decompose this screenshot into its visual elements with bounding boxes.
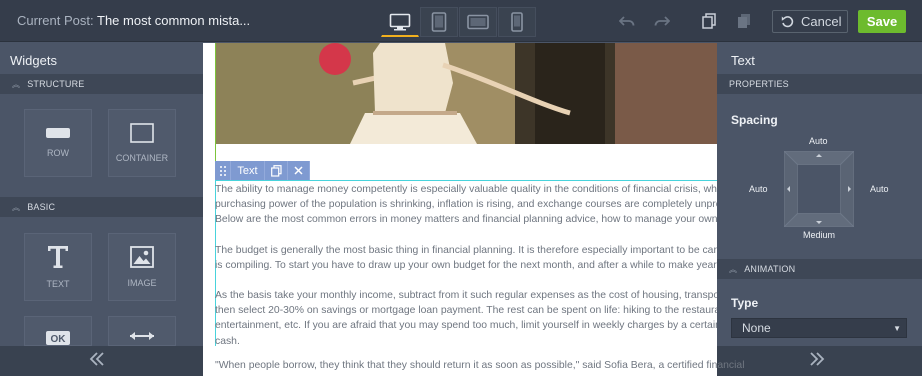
tablet-landscape-icon xyxy=(467,14,489,30)
device-tablet-button[interactable] xyxy=(420,7,458,37)
text-line: The ability to manage money competently … xyxy=(215,184,717,195)
widget-label: CONTAINER xyxy=(115,153,169,163)
undo-icon xyxy=(619,16,635,26)
canvas-continuation: "When people borrow, they think that the… xyxy=(203,346,745,376)
text-block[interactable]: The ability to manage money competently … xyxy=(215,182,717,346)
widget-label: IMAGE xyxy=(127,278,157,288)
properties-panel-title: Text xyxy=(731,53,755,68)
collapse-icon: ︽ xyxy=(12,202,21,212)
section-basic[interactable]: ︽ BASIC xyxy=(0,197,203,217)
text-line: entertainment, etc. If you are afraid th… xyxy=(215,320,717,332)
horizontal-arrows-icon xyxy=(130,332,154,340)
text-line: "When people borrow, they think that the… xyxy=(215,360,745,371)
spacing-bottom-value[interactable]: Medium xyxy=(803,230,835,240)
spacing-label: Spacing xyxy=(731,113,778,127)
double-chevron-left-icon xyxy=(89,352,104,366)
text-line: then select 20-30% on savings or mortgag… xyxy=(215,305,717,317)
text-line: Below are the most common errors in mone… xyxy=(215,214,717,226)
section-animation[interactable]: ︽ ANIMATION xyxy=(717,259,922,279)
section-label: PROPERTIES xyxy=(729,79,789,89)
text-line: is compiling. To start you have to draw … xyxy=(215,259,717,271)
duplicate-button[interactable] xyxy=(265,161,288,180)
widgets-panel: Widgets ︽ STRUCTURE ROW CONTAINER ︽ BASI… xyxy=(0,43,203,346)
copy-icon xyxy=(702,13,716,29)
cancel-label: Cancel xyxy=(801,14,842,29)
hero-image[interactable] xyxy=(215,43,717,144)
svg-text:OK: OK xyxy=(51,334,67,345)
widget-image[interactable]: IMAGE xyxy=(108,233,176,301)
duplicate-icon xyxy=(270,164,282,177)
spacing-right-handle xyxy=(839,149,855,229)
text-icon xyxy=(48,246,68,268)
widget-text[interactable]: TEXT xyxy=(24,233,92,301)
text-line: purchasing power of the population is sh… xyxy=(215,199,717,211)
widgets-title: Widgets xyxy=(10,53,57,68)
element-toolbar: Text xyxy=(215,161,310,180)
delete-button[interactable] xyxy=(288,161,310,180)
spacing-box xyxy=(782,149,856,229)
redo-icon xyxy=(654,16,670,26)
tablet-portrait-icon xyxy=(431,12,447,32)
spacing-right-value[interactable]: Auto xyxy=(870,184,889,194)
spacing-left-value[interactable]: Auto xyxy=(749,184,768,194)
section-structure[interactable]: ︽ STRUCTURE xyxy=(0,74,203,94)
text-line: As the basis take your monthly income, s… xyxy=(215,290,717,302)
redo-button[interactable] xyxy=(652,11,672,31)
device-desktop-button[interactable] xyxy=(381,7,419,37)
type-label: Type xyxy=(731,296,759,310)
section-label: BASIC xyxy=(27,202,56,212)
column-guide xyxy=(215,43,216,179)
device-tablet-landscape-button[interactable] xyxy=(459,7,497,37)
double-chevron-right-icon xyxy=(810,352,825,366)
post-title[interactable]: The most common mista... xyxy=(97,13,250,28)
current-post-label: Current Post: xyxy=(17,13,94,28)
image-icon xyxy=(130,246,154,268)
type-select-value: None xyxy=(742,321,771,335)
text-line: The budget is generally the most basic t… xyxy=(215,244,717,256)
section-label: ANIMATION xyxy=(744,264,796,274)
widget-spacer[interactable] xyxy=(108,316,176,346)
undo-button[interactable] xyxy=(617,11,637,31)
collapse-icon: ︽ xyxy=(12,79,21,89)
phone-icon xyxy=(511,12,523,32)
widget-button[interactable]: OK xyxy=(24,316,92,346)
copy-button[interactable] xyxy=(699,11,719,31)
widget-label: ROW xyxy=(47,148,69,158)
desktop-icon xyxy=(389,13,411,30)
element-type-label: Text xyxy=(231,161,265,180)
chevron-down-icon: ▼ xyxy=(893,324,901,333)
revert-icon xyxy=(781,16,794,28)
drag-handle[interactable] xyxy=(215,161,231,180)
widget-label: TEXT xyxy=(46,279,70,289)
section-label: STRUCTURE xyxy=(27,79,85,89)
save-button[interactable]: Save xyxy=(858,10,906,33)
row-icon xyxy=(46,128,70,138)
collapse-left-panel-button[interactable] xyxy=(88,350,106,373)
cancel-button[interactable]: Cancel xyxy=(772,10,848,33)
bottom-bar: "When people borrow, they think that the… xyxy=(0,346,922,376)
paste-button[interactable] xyxy=(734,11,754,31)
spacing-diagram xyxy=(782,149,856,229)
text-line: cash. xyxy=(215,335,240,346)
collapse-right-panel-button[interactable] xyxy=(808,350,826,373)
ok-button-icon: OK xyxy=(46,331,70,345)
container-icon xyxy=(130,123,154,143)
properties-panel: Text PROPERTIES Spacing Auto Auto Auto M… xyxy=(717,43,922,346)
widget-row[interactable]: ROW xyxy=(24,109,92,177)
device-phone-button[interactable] xyxy=(498,7,536,37)
spacing-top-value[interactable]: Auto xyxy=(809,136,828,146)
editor-canvas[interactable]: Text The ability to manage money compete… xyxy=(203,43,717,346)
hero-photo-illustration xyxy=(215,43,717,144)
animation-type-select[interactable]: None ▼ xyxy=(731,318,907,338)
paste-icon xyxy=(738,14,750,28)
drag-icon xyxy=(219,165,226,176)
section-properties[interactable]: PROPERTIES xyxy=(717,74,922,94)
collapse-icon: ︽ xyxy=(729,264,738,274)
close-icon xyxy=(294,166,303,175)
spacing-left-handle xyxy=(783,149,799,229)
widget-container[interactable]: CONTAINER xyxy=(108,109,176,177)
top-bar: Current Post: The most common mista... C… xyxy=(0,0,922,42)
